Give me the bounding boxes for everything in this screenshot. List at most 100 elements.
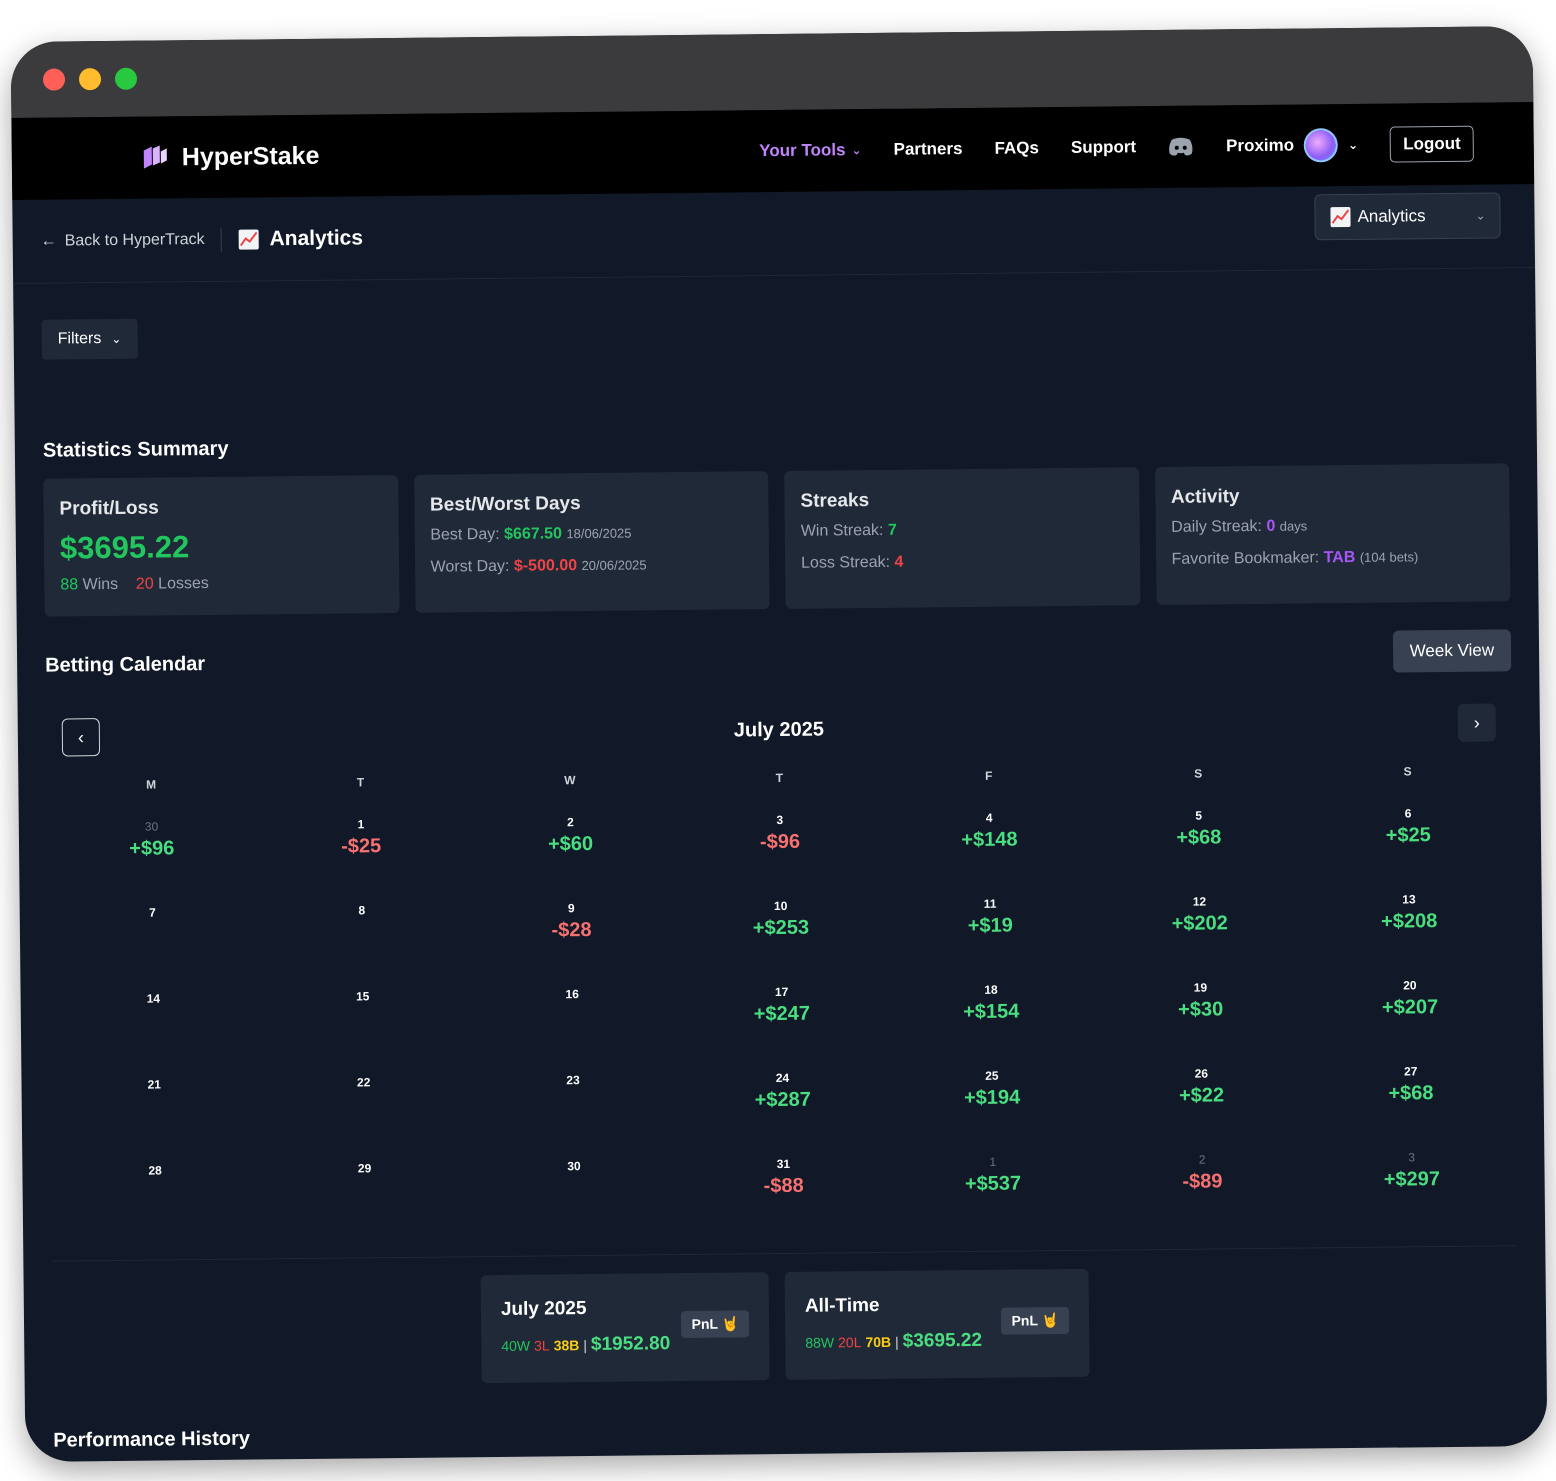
day-pnl: +$207: [1381, 996, 1439, 1019]
main-content: Filters ⌄ Statistics Summary Profit/Loss…: [13, 268, 1547, 1453]
pnl-badge[interactable]: PnL 🤘: [681, 1310, 750, 1339]
win-streak-value: 7: [887, 521, 897, 539]
day-pnl: -$25: [341, 835, 382, 858]
calendar-day[interactable]: 8: [257, 902, 467, 990]
page-subheader: ← Back to HyperTrack Analytics Analytics…: [12, 184, 1536, 284]
month-amount: $1952.80: [590, 1333, 671, 1356]
card-title: Activity: [1170, 486, 1240, 508]
chart-increasing-icon: [1330, 207, 1351, 228]
day-number: 23: [566, 1073, 580, 1088]
calendar-day[interactable]: 1 -$25: [256, 816, 466, 904]
day-number: 8: [358, 903, 366, 918]
calendar-day[interactable]: 11 +$19: [885, 896, 1095, 984]
statistics-summary-title: Statistics Summary: [42, 437, 229, 462]
calendar-day[interactable]: 28: [50, 1162, 260, 1250]
back-link[interactable]: ← Back to HyperTrack: [41, 230, 205, 250]
all-time-amount: $3695.22: [902, 1329, 983, 1352]
day-number: 25: [985, 1068, 999, 1083]
day-number: 17: [774, 984, 789, 1000]
day-pnl: [48, 922, 257, 924]
day-number: 3: [1408, 1150, 1416, 1165]
divider: [220, 227, 222, 252]
calendar-day[interactable]: 18 +$154: [886, 982, 1096, 1070]
filters-button[interactable]: Filters ⌄: [41, 318, 138, 360]
calendar-day[interactable]: 26 +$22: [1097, 1065, 1307, 1153]
calendar-day[interactable]: 3 +$297: [1307, 1149, 1517, 1237]
calendar-day[interactable]: 15: [258, 988, 468, 1076]
nav-faqs[interactable]: FAQs: [994, 138, 1039, 158]
card-title: Profit/Loss: [59, 497, 159, 520]
separator: |: [895, 1333, 899, 1350]
worst-day-date: 20/06/2025: [581, 557, 647, 574]
close-window-button[interactable]: [42, 68, 66, 91]
calendar-day[interactable]: 2 +$60: [466, 814, 676, 902]
best-day-value: $667.50: [504, 525, 563, 543]
wins-losses: 88 Wins 20 Losses: [60, 573, 383, 594]
user-menu[interactable]: Proximo ⌄: [1226, 128, 1358, 163]
maximize-window-button[interactable]: [114, 67, 138, 90]
view-select[interactable]: Analytics ⌄: [1314, 192, 1501, 241]
calendar-day[interactable]: 7: [48, 904, 258, 992]
calendar-day[interactable]: 16: [467, 986, 677, 1074]
day-pnl: [260, 1178, 469, 1180]
brand[interactable]: HyperStake: [140, 141, 320, 173]
losses-count: 20: [135, 575, 154, 593]
next-month-button[interactable]: ›: [1457, 703, 1497, 742]
calendar-day[interactable]: 21: [49, 1076, 259, 1164]
calendar-day[interactable]: 23: [468, 1072, 678, 1160]
win-streak-row: Win Streak: 7: [801, 519, 1124, 540]
calendar-day[interactable]: 24 +$287: [678, 1070, 888, 1158]
calendar-day[interactable]: 3 -$96: [675, 812, 885, 900]
calendar-day[interactable]: 13 +$208: [1304, 891, 1514, 979]
day-pnl: +$148: [961, 828, 1018, 852]
win-streak-label: Win Streak:: [800, 521, 884, 540]
calendar-day[interactable]: 19 +$30: [1096, 980, 1306, 1068]
weekday-header: T: [356, 775, 365, 790]
calendar-day[interactable]: 2 -$89: [1097, 1151, 1307, 1239]
calendar-day[interactable]: 14: [49, 990, 259, 1078]
day-number: 9: [567, 901, 575, 916]
minimize-window-button[interactable]: [78, 68, 102, 91]
discord-icon[interactable]: [1168, 137, 1194, 157]
best-day-label: Best Day:: [430, 525, 500, 544]
nav-support[interactable]: Support: [1071, 137, 1136, 158]
day-number: 30: [567, 1159, 581, 1174]
day-number: 12: [1192, 894, 1207, 909]
day-number: 14: [146, 991, 161, 1006]
calendar-day[interactable]: 17 +$247: [677, 984, 887, 1072]
calendar-day[interactable]: 12 +$202: [1095, 894, 1305, 982]
calendar-day[interactable]: 30: [469, 1158, 679, 1246]
day-pnl: +$202: [1171, 912, 1228, 935]
nav-partners[interactable]: Partners: [893, 139, 962, 160]
chart-increasing-icon: [238, 228, 259, 250]
calendar-day[interactable]: 31 -$88: [679, 1156, 889, 1244]
calendar-day[interactable]: 30 +$96: [47, 818, 257, 906]
calendar-day[interactable]: 22: [259, 1074, 469, 1162]
calendar-summary-row: July 2025 40W 3L 38B | $1952.80 PnL 🤘 Al…: [52, 1264, 1519, 1387]
day-number: 30: [144, 819, 159, 834]
activity-card: Activity Daily Streak: 0 days Favorite B…: [1154, 463, 1511, 606]
pnl-badge[interactable]: PnL 🤘: [1001, 1306, 1070, 1335]
day-number: 13: [1402, 892, 1416, 907]
nav-your-tools[interactable]: Your Tools ⌄: [759, 140, 862, 161]
day-number: 29: [357, 1161, 372, 1176]
calendar-day[interactable]: 6 +$25: [1303, 805, 1513, 893]
calendar-day[interactable]: 5 +$68: [1094, 808, 1304, 896]
prev-month-button[interactable]: ‹: [61, 718, 101, 757]
username: Proximo: [1225, 135, 1295, 156]
calendar-day[interactable]: 25 +$194: [887, 1068, 1097, 1156]
calendar-day[interactable]: 29: [260, 1160, 470, 1248]
chevron-down-icon: ⌄: [1475, 208, 1486, 223]
calendar-day[interactable]: 20 +$207: [1305, 977, 1515, 1065]
loss-streak-row: Loss Streak: 4: [801, 551, 1124, 572]
weekday-header: T: [775, 770, 784, 786]
calendar-day[interactable]: 27 +$68: [1306, 1063, 1516, 1151]
day-pnl: +$96: [129, 837, 175, 860]
brand-name: HyperStake: [181, 141, 320, 171]
calendar-day[interactable]: 1 +$537: [888, 1154, 1098, 1242]
calendar-day[interactable]: 9 -$28: [466, 900, 676, 988]
logout-button[interactable]: Logout: [1389, 125, 1474, 163]
calendar-day[interactable]: 10 +$253: [676, 898, 886, 986]
week-view-button[interactable]: Week View: [1392, 629, 1512, 673]
calendar-day[interactable]: 4 +$148: [884, 810, 1094, 898]
